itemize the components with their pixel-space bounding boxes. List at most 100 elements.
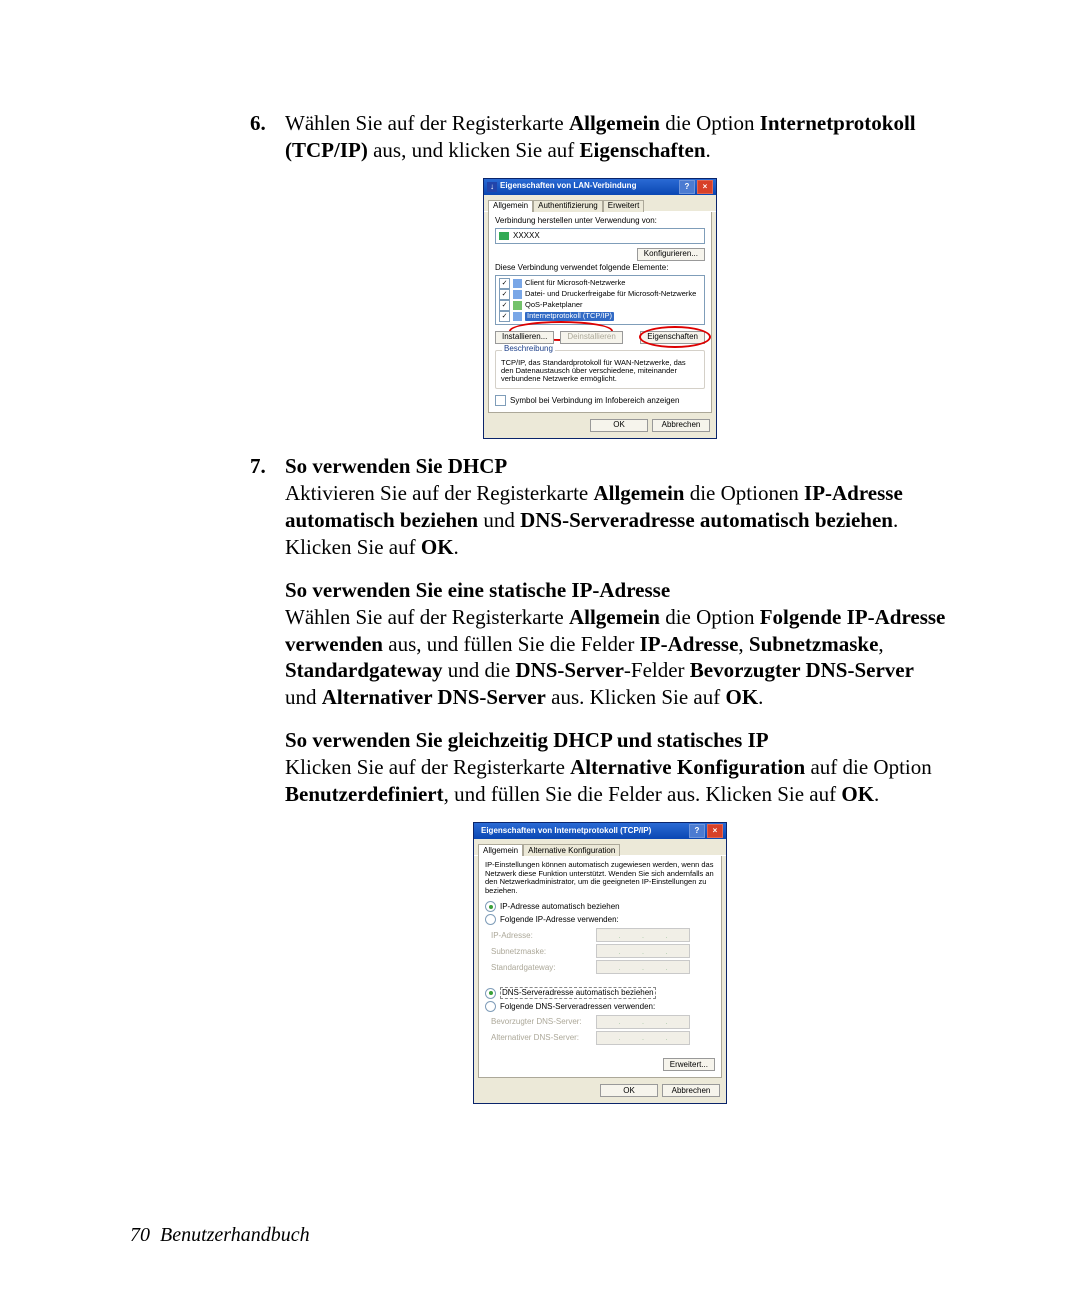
alternate-dns-field[interactable]: ... [596,1031,690,1045]
tab-row: Allgemein Authentifizierung Erweitert [484,195,716,212]
text: . [454,535,459,559]
page-footer: 70 Benutzerhandbuch [130,1223,310,1249]
service-icon [513,301,522,310]
configure-button[interactable]: Konfigurieren... [637,248,705,261]
show-icon-row[interactable]: Symbol bei Verbindung im Infobereich anz… [495,395,705,406]
text: . [758,685,763,709]
radio-ip-auto[interactable]: IP-Adresse automatisch beziehen [485,901,715,912]
field-label: Alternativer DNS-Server: [491,1033,596,1042]
preferred-dns-field[interactable]: ... [596,1015,690,1029]
section-heading: So verwenden Sie eine statische IP-Adres… [285,578,670,602]
text-bold: IP-Adresse [640,632,739,656]
list-item[interactable]: ✓ Internetprotokoll (TCP/IP) [498,311,702,322]
field-label: Subnetzmaske: [491,947,596,956]
checkbox-icon[interactable]: ✓ [499,289,510,300]
step-number: 6. [250,110,285,164]
book-title: Benutzerhandbuch [160,1224,310,1246]
step-7: 7. So verwenden Sie DHCP Aktivieren Sie … [250,453,950,561]
uses-label: Diese Verbindung verwendet folgende Elem… [495,264,705,273]
checkbox-icon[interactable]: ✓ [499,278,510,289]
checkbox-icon[interactable]: ✓ [499,300,510,311]
step-heading: So verwenden Sie DHCP [285,454,507,478]
radio-dns-manual[interactable]: Folgende DNS-Serveradressen verwenden: [485,1001,715,1012]
tcpip-properties-dialog: Eigenschaften von Internetprotokoll (TCP… [473,822,727,1104]
text: und [285,685,322,709]
connect-using-label: Verbindung herstellen unter Verwendung v… [495,217,705,226]
radio-ip-manual[interactable]: Folgende IP-Adresse verwenden: [485,914,715,925]
cancel-button[interactable]: Abbrechen [662,1084,720,1097]
text-bold: Bevorzugter DNS-Server [690,658,914,682]
ok-button[interactable]: OK [600,1084,658,1097]
radio-icon[interactable] [485,988,496,999]
nic-icon [499,232,509,240]
radio-icon[interactable] [485,1001,496,1012]
item-label: QoS-Paketplaner [525,301,583,309]
checkbox-icon[interactable] [495,395,506,406]
service-icon [513,290,522,299]
text-bold: OK [726,685,759,709]
tab-row: Allgemein Alternative Konfiguration [474,839,726,856]
radio-icon[interactable] [485,901,496,912]
adapter-field: XXXXX [495,228,705,244]
properties-button[interactable]: Eigenschaften [640,331,705,344]
text-bold: Eigenschaften [580,138,706,162]
close-button[interactable]: × [707,824,723,838]
description-group: Beschreibung TCP/IP, das Standardprotoko… [495,350,705,390]
list-item[interactable]: ✓ QoS-Paketplaner [498,300,702,311]
intro-text: IP-Einstellungen können automatisch zuge… [485,861,715,896]
uninstall-button: Deinstallieren [560,331,622,344]
advanced-button[interactable]: Erweitert... [663,1058,715,1071]
tab-allgemein[interactable]: Allgemein [488,200,533,212]
text-bold: OK [841,782,874,806]
text-bold: OK [421,535,454,559]
close-button[interactable]: × [697,180,713,194]
static-ip-section: So verwenden Sie eine statische IP-Adres… [285,577,950,711]
field-label: IP-Adresse: [491,931,596,940]
text: . [706,138,711,162]
titlebar: Eigenschaften von Internetprotokoll (TCP… [474,823,726,839]
field-label: Bevorzugter DNS-Server: [491,1017,596,1026]
ip-address-field[interactable]: ... [596,928,690,942]
list-item[interactable]: ✓ Client für Microsoft-Netzwerke [498,278,702,289]
description-text: TCP/IP, das Standardprotokoll für WAN-Ne… [501,359,699,384]
window-title: Eigenschaften von Internetprotokoll (TCP… [477,826,687,835]
text: Klicken Sie auf der Registerkarte [285,755,570,779]
text-bold: Allgemein [569,605,660,629]
tab-auth[interactable]: Authentifizierung [533,200,603,212]
item-label: Client für Microsoft-Netzwerke [525,279,625,287]
gateway-field[interactable]: ... [596,960,690,974]
titlebar: ↓ Eigenschaften von LAN-Verbindung ? × [484,179,716,195]
text-bold: Allgemein [569,111,660,135]
text: -Felder [624,658,690,682]
text-bold: Standardgateway [285,658,443,682]
ok-button[interactable]: OK [590,419,648,432]
text-bold: Allgemein [593,481,684,505]
install-button[interactable]: Installieren... [495,331,554,344]
radio-dns-auto[interactable]: DNS-Serveradresse automatisch beziehen [485,987,715,998]
cancel-button[interactable]: Abbrechen [652,419,710,432]
text: und die [443,658,516,682]
radio-label: Folgende IP-Adresse verwenden: [500,915,619,924]
radio-label: Folgende DNS-Serveradressen verwenden: [500,1002,655,1011]
text: Wählen Sie auf der Registerkarte [285,111,569,135]
tab-allgemein[interactable]: Allgemein [478,844,523,856]
radio-label: DNS-Serveradresse automatisch beziehen [500,987,656,998]
components-listbox[interactable]: ✓ Client für Microsoft-Netzwerke ✓ Datei… [495,275,705,325]
tab-erweitert[interactable]: Erweitert [603,200,645,212]
step-6: 6. Wählen Sie auf der Registerkarte Allg… [250,110,950,164]
tab-altconfig[interactable]: Alternative Konfiguration [523,844,620,856]
text-bold: Benutzerdefiniert [285,782,444,806]
step-text: So verwenden Sie DHCP Aktivieren Sie auf… [285,453,950,561]
group-title: Beschreibung [502,345,555,354]
text: , und füllen Sie die Felder aus. Klicken… [444,782,842,806]
help-button[interactable]: ? [679,180,695,194]
text: aus, und füllen Sie die Felder [383,632,640,656]
help-button[interactable]: ? [689,824,705,838]
list-item[interactable]: ✓ Datei- und Druckerfreigabe für Microso… [498,289,702,300]
subnet-mask-field[interactable]: ... [596,944,690,958]
radio-icon[interactable] [485,914,496,925]
page-number: 70 [130,1224,150,1246]
text: . [874,782,879,806]
text: aus. Klicken Sie auf [546,685,726,709]
checkbox-icon[interactable]: ✓ [499,311,510,322]
